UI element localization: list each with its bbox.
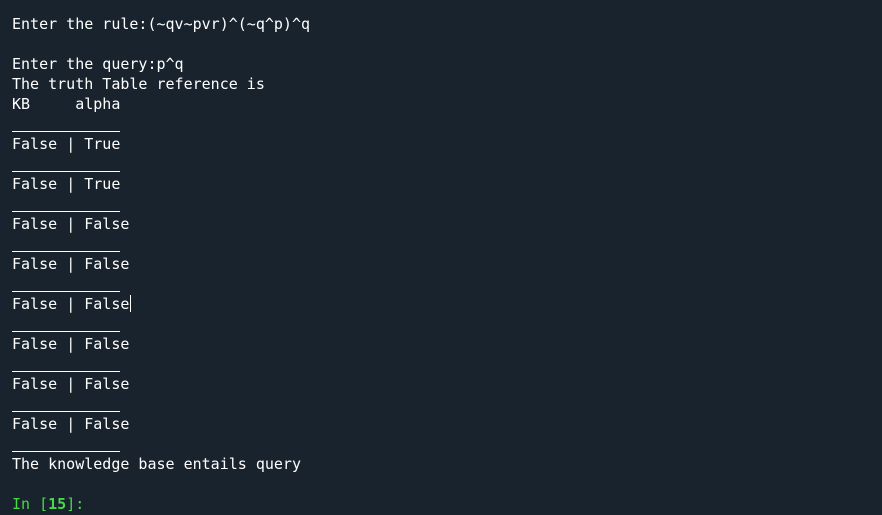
table-row: False | True <box>12 134 882 154</box>
row-separator <box>12 394 882 414</box>
row-alpha: False <box>84 215 130 233</box>
input-prompt-label: In [ <box>12 495 49 513</box>
table-row: False | False <box>12 414 882 434</box>
row-separator-char: | <box>66 135 76 153</box>
row-alpha: True <box>84 135 121 153</box>
truth-table-heading: The truth Table reference is <box>12 75 265 93</box>
row-separator-char: | <box>66 175 76 193</box>
table-row: False | False <box>12 374 882 394</box>
row-separator <box>12 194 882 214</box>
input-prompt-number: 15 <box>48 495 67 513</box>
row-separator <box>12 154 882 174</box>
column-alpha: alpha <box>75 95 121 113</box>
row-separator-char: | <box>66 215 76 233</box>
column-kb: KB <box>12 95 31 113</box>
table-row: False | False <box>12 254 882 274</box>
rule-input-line: Enter the rule:(~qv~pvr)^(~q^p)^q <box>12 14 882 34</box>
table-row: False | False <box>12 214 882 234</box>
row-kb: False <box>12 295 58 313</box>
row-alpha: False <box>84 255 130 273</box>
table-row: False | True <box>12 174 882 194</box>
row-separator-char: | <box>66 375 76 393</box>
row-kb: False <box>12 215 58 233</box>
row-separator <box>12 434 882 454</box>
row-separator <box>12 114 882 134</box>
row-separator <box>12 274 882 294</box>
row-separator <box>12 354 882 374</box>
row-kb: False <box>12 335 58 353</box>
table-row: False | False <box>12 334 882 354</box>
row-alpha: False <box>84 335 130 353</box>
row-kb: False <box>12 175 58 193</box>
row-separator-char: | <box>66 295 76 313</box>
input-prompt-suffix: ]: <box>66 495 85 513</box>
row-separator-char: | <box>66 415 76 433</box>
table-row: False | False <box>12 294 882 314</box>
rule-prompt: Enter the rule: <box>12 15 148 33</box>
row-separator <box>12 314 882 334</box>
row-alpha: True <box>84 175 121 193</box>
result-line: The knowledge base entails query <box>12 455 301 473</box>
row-separator <box>12 234 882 254</box>
row-alpha: False <box>84 375 130 393</box>
row-kb: False <box>12 415 58 433</box>
row-kb: False <box>12 375 58 393</box>
query-value: p^q <box>156 55 184 73</box>
row-alpha: False <box>84 415 130 433</box>
console-output[interactable]: Enter the rule:(~qv~pvr)^(~q^p)^q Enter … <box>0 0 882 515</box>
row-separator-char: | <box>66 335 76 353</box>
query-input-line: Enter the query:p^q <box>12 54 882 74</box>
query-prompt: Enter the query: <box>12 55 157 73</box>
row-kb: False <box>12 255 58 273</box>
row-kb: False <box>12 135 58 153</box>
row-separator-char: | <box>66 255 76 273</box>
row-alpha: False <box>84 295 130 313</box>
text-cursor <box>130 295 132 312</box>
rule-value: (~qv~pvr)^(~q^p)^q <box>147 15 311 33</box>
input-prompt[interactable]: In [15]: <box>12 494 882 514</box>
truth-table-header: KB alpha <box>12 94 882 114</box>
